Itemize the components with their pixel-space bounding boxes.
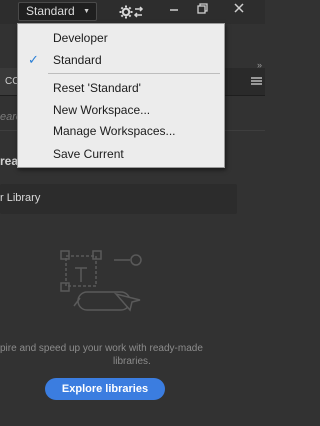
menu-divider: [48, 73, 220, 74]
menu-item-save-current[interactable]: Save Current: [18, 143, 224, 165]
top-bar: Standard ▼: [0, 0, 265, 24]
library-row-label: r Library: [0, 192, 41, 204]
explore-libraries-button[interactable]: Explore libraries: [45, 378, 165, 400]
sync-settings-icon[interactable]: [119, 3, 145, 21]
workspace-switcher-label: Standard: [26, 4, 75, 18]
restore-icon[interactable]: [189, 0, 215, 20]
menu-item-label: Standard: [53, 53, 102, 67]
collapse-panel-icon[interactable]: »: [257, 60, 262, 70]
workspace-switcher[interactable]: Standard ▼: [18, 2, 97, 21]
minimize-icon[interactable]: [161, 0, 187, 20]
menu-item-label: Developer: [53, 31, 108, 45]
menu-item-reset-standard[interactable]: Reset 'Standard': [18, 77, 224, 99]
menu-item-new-workspace[interactable]: New Workspace...: [18, 99, 224, 121]
empty-state-line-2: libraries.: [113, 356, 151, 367]
menu-item-manage-workspaces[interactable]: Manage Workspaces...: [18, 120, 224, 142]
library-row[interactable]: r Library: [0, 184, 237, 214]
menu-item-label: New Workspace...: [53, 103, 151, 117]
empty-state-line-1: pire and speed up your work with ready-m…: [0, 343, 203, 354]
panel-menu-icon[interactable]: [251, 76, 262, 86]
menu-item-standard[interactable]: ✓ Standard: [18, 49, 224, 71]
workspace-menu: Developer ✓ Standard Reset 'Standard' Ne…: [17, 23, 225, 168]
libraries-illustration-icon: [60, 250, 142, 312]
section-header: rea: [0, 154, 19, 168]
menu-item-label: Manage Workspaces...: [53, 124, 176, 138]
menu-item-label: Save Current: [53, 147, 124, 161]
close-icon[interactable]: [226, 0, 252, 20]
menu-item-label: Reset 'Standard': [53, 81, 141, 95]
menu-item-developer[interactable]: Developer: [18, 27, 224, 49]
checkmark-icon: ✓: [28, 52, 39, 67]
chevron-down-icon: ▼: [83, 8, 90, 15]
